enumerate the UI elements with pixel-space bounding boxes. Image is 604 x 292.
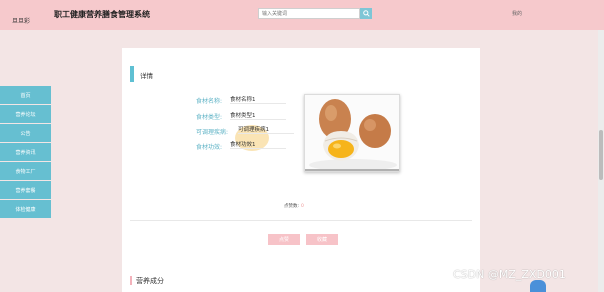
sidebar-item-home[interactable]: 首页: [0, 86, 51, 104]
sidebar-item-notice[interactable]: 公告: [0, 124, 51, 142]
field-label-disease: 可调理疾病:: [196, 129, 229, 136]
eggs-illustration: [305, 95, 399, 171]
field-value-disease: 可调理疾病1: [238, 125, 294, 134]
like-count-label: 点赞数:: [284, 204, 300, 209]
food-image: [304, 94, 400, 172]
divider: [130, 220, 472, 221]
user-menu-link[interactable]: 我的: [512, 10, 522, 17]
section-accent-bar: [130, 66, 134, 82]
like-button[interactable]: 点赞: [268, 234, 300, 245]
watermark: CSDN @MZ_ZXD001: [453, 268, 566, 281]
search-icon: [362, 10, 370, 17]
sidebar-item-meal[interactable]: 营养套餐: [0, 181, 51, 199]
top-header: 旦旦彩 职工健康营养膳食管理系统 我的: [0, 0, 604, 30]
sidebar: 首页 营养论坛 公告 营养资讯 食物工厂 营养套餐 体检健康: [0, 86, 51, 219]
field-value-type: 食材类型1: [230, 111, 286, 120]
sidebar-item-forum[interactable]: 营养论坛: [0, 105, 51, 123]
search-button[interactable]: [360, 8, 372, 19]
nutrition-accent-bar: [130, 276, 132, 285]
floating-button[interactable]: [530, 280, 546, 292]
field-label-effect: 食材功效:: [196, 144, 223, 151]
field-value-effect: 食材功效1: [230, 140, 286, 149]
page-scrollbar[interactable]: [598, 30, 604, 292]
collect-button[interactable]: 收藏: [306, 234, 338, 245]
field-label-type: 食材类型:: [196, 114, 223, 121]
field-value-name: 食材名称1: [230, 95, 286, 104]
field-label-name: 食材名称:: [196, 98, 223, 105]
site-title: 职工健康营养膳食管理系统: [54, 10, 150, 19]
sidebar-item-food[interactable]: 食物工厂: [0, 162, 51, 180]
search-bar: [258, 8, 372, 19]
logo[interactable]: 旦旦彩: [12, 16, 30, 25]
like-count: 点赞数: 0: [284, 203, 304, 209]
sidebar-item-news[interactable]: 营养资讯: [0, 143, 51, 161]
scrollbar-thumb[interactable]: [599, 130, 603, 180]
section-title: 详情: [140, 72, 153, 80]
search-input[interactable]: [258, 8, 360, 19]
sidebar-item-health[interactable]: 体检健康: [0, 200, 51, 218]
nutrition-title: 营养成分: [136, 277, 164, 285]
like-count-value: 0: [301, 204, 304, 209]
detail-panel: 详情 食材名称: 食材名称1 食材类型: 食材类型1 可调理疾病: 可调理疾病1…: [122, 48, 480, 292]
